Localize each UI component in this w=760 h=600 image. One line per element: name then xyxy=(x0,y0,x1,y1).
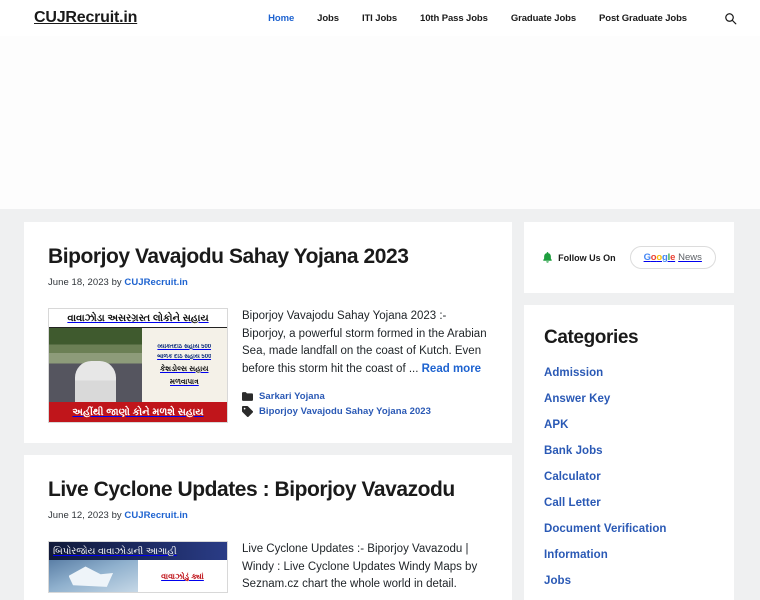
list-item: Bank Jobs xyxy=(544,441,714,459)
thumbnail-line-1: વાવાઝોડું ક્યાં xyxy=(161,572,204,582)
nav-item-iti-jobs[interactable]: ITI Jobs xyxy=(362,13,397,24)
follow-us-widget: Follow Us On Google News xyxy=(524,222,734,293)
nav-item-post-graduate-jobs[interactable]: Post Graduate Jobs xyxy=(599,13,687,24)
thumbnail-line-3: કેશડોલ્સ સહાય xyxy=(160,363,209,373)
google-letter-g: G xyxy=(643,252,651,263)
banner-ad-slot xyxy=(0,36,760,209)
article-excerpt: Biporjoy Vavajodu Sahay Yojana 2023 :- B… xyxy=(242,308,488,378)
google-logo: Google xyxy=(644,252,676,263)
tag-icon xyxy=(242,406,253,418)
article-body: વાવાઝોડા અસરગ્રસ્ત લોકોને સહાય વ્યક્તિદી… xyxy=(48,308,488,424)
article-title: Live Cyclone Updates : Biporjoy Vavazodu xyxy=(48,477,488,502)
read-more-link[interactable]: Read more xyxy=(422,363,481,375)
sidebar: Follow Us On Google News Categories Admi… xyxy=(524,222,734,600)
article-author-link[interactable]: CUJRecruit.in xyxy=(124,510,187,521)
google-news-button[interactable]: Google News xyxy=(629,246,716,269)
categories-list: Admission Answer Key APK Bank Jobs Calcu… xyxy=(544,363,714,600)
excerpt-text: Live Cyclone Updates :- Biporjoy Vavazod… xyxy=(242,543,478,591)
article-card: Live Cyclone Updates : Biporjoy Vavazodu… xyxy=(24,455,512,600)
thumbnail-line-4: મળવાપાત્ર xyxy=(169,376,199,386)
thumbnail-headline: વાવાઝોડા અસરગ્રસ્ત લોકોને સહાય xyxy=(49,309,227,329)
site-logo[interactable]: CUJRecruit.in xyxy=(34,9,137,27)
article-excerpt-column: Biporjoy Vavajodu Sahay Yojana 2023 :- B… xyxy=(242,308,488,421)
category-link-call-letter[interactable]: Call Letter xyxy=(544,497,601,509)
list-item: APK xyxy=(544,415,714,433)
category-link-calculator[interactable]: Calculator xyxy=(544,471,601,483)
thumbnail-footer: અહીંથી જાણો કોને મળશે સહાય xyxy=(49,402,227,423)
google-news-word: News xyxy=(678,252,702,263)
category-link-admission[interactable]: Admission xyxy=(544,367,603,379)
category-link-information[interactable]: Information xyxy=(544,549,608,561)
article-meta: June 18, 2023 by CUJRecruit.in xyxy=(48,277,488,288)
article-by-label: by xyxy=(111,277,122,289)
tag-row: Biporjoy Vavajodu Sahay Yojana 2023 xyxy=(242,406,488,418)
categories-widget: Categories Admission Answer Key APK Bank… xyxy=(524,305,734,600)
article-date: June 12, 2023 xyxy=(48,510,109,522)
article-title: Biporjoy Vavajodu Sahay Yojana 2023 xyxy=(48,244,488,269)
article-excerpt-column: Live Cyclone Updates :- Biporjoy Vavazod… xyxy=(242,541,488,593)
nav-item-home[interactable]: Home xyxy=(268,13,294,24)
follow-us-label-group: Follow Us On xyxy=(542,252,616,263)
list-item: Information xyxy=(544,545,714,563)
article-thumbnail[interactable]: બિપોરજોય વાવાઝોડાની આગાહી વાવાઝોડું ક્યા… xyxy=(48,541,228,594)
search-icon[interactable] xyxy=(722,10,738,26)
thumbnail-line-1: વ્યક્તિદીઠ સહાય 500 xyxy=(157,343,212,350)
list-item: Calculator xyxy=(544,467,714,485)
category-link-answer-key[interactable]: Answer Key xyxy=(544,393,610,405)
article-title-link[interactable]: Biporjoy Vavajodu Sahay Yojana 2023 xyxy=(48,245,409,268)
category-link-jobs[interactable]: Jobs xyxy=(544,575,571,587)
category-link-bank-jobs[interactable]: Bank Jobs xyxy=(544,445,603,457)
category-link[interactable]: Sarkari Yojana xyxy=(259,391,325,402)
nav-item-graduate-jobs[interactable]: Graduate Jobs xyxy=(511,13,576,24)
google-letter-e: e xyxy=(670,252,676,263)
article-card: Biporjoy Vavajodu Sahay Yojana 2023 June… xyxy=(24,222,512,444)
list-item: Document Verification xyxy=(544,519,714,537)
excerpt-ellipsis: ... xyxy=(408,362,422,375)
thumbnail-headline: બિપોરજોય વાવાઝોડાની આગાહી xyxy=(49,542,227,561)
article-date: June 18, 2023 xyxy=(48,277,109,289)
tag-link[interactable]: Biporjoy Vavajodu Sahay Yojana 2023 xyxy=(259,406,431,417)
article-author-link[interactable]: CUJRecruit.in xyxy=(124,277,187,288)
category-link-apk[interactable]: APK xyxy=(544,419,568,431)
entry-terms: Sarkari Yojana Biporjoy Vavajodu Sahay Y… xyxy=(242,391,488,418)
main-content: Biporjoy Vavajodu Sahay Yojana 2023 June… xyxy=(24,222,512,600)
thumbnail-photo xyxy=(49,328,142,403)
thumbnail-text-block: વાવાઝોડું ક્યાં xyxy=(138,560,227,593)
thumbnail-line-2: બાળક દીઠ સહાય 500 xyxy=(157,353,212,360)
follow-us-label: Follow Us On xyxy=(558,252,616,263)
thumbnail-photo xyxy=(49,560,138,593)
thumbnail-middle: વાવાઝોડું ક્યાં xyxy=(49,560,227,593)
primary-navigation: Home Jobs ITI Jobs 10th Pass Jobs Gradua… xyxy=(268,10,738,26)
category-row: Sarkari Yojana xyxy=(242,391,488,402)
article-meta: June 12, 2023 by CUJRecruit.in xyxy=(48,510,488,521)
categories-widget-title: Categories xyxy=(544,327,639,348)
bell-icon xyxy=(543,252,552,263)
list-item: Jobs xyxy=(544,571,714,589)
nav-item-10th-pass-jobs[interactable]: 10th Pass Jobs xyxy=(420,13,488,24)
thumbnail-text-block: વ્યક્તિદીઠ સહાય 500 બાળક દીઠ સહાય 500 કે… xyxy=(141,328,227,403)
list-item: Admission xyxy=(544,363,714,381)
folder-icon xyxy=(242,391,253,402)
page-layout: Biporjoy Vavajodu Sahay Yojana 2023 June… xyxy=(0,209,760,600)
site-header: CUJRecruit.in Home Jobs ITI Jobs 10th Pa… xyxy=(0,0,760,36)
nav-item-jobs[interactable]: Jobs xyxy=(317,13,339,24)
thumbnail-middle: વ્યક્તિદીઠ સહાય 500 બાળક દીઠ સહાય 500 કે… xyxy=(49,328,227,403)
list-item: Call Letter xyxy=(544,493,714,511)
article-thumbnail[interactable]: વાવાઝોડા અસરગ્રસ્ત લોકોને સહાય વ્યક્તિદી… xyxy=(48,308,228,424)
category-link-document-verification[interactable]: Document Verification xyxy=(544,523,666,535)
list-item: Answer Key xyxy=(544,389,714,407)
article-body: બિપોરજોય વાવાઝોડાની આગાહી વાવાઝોડું ક્યા… xyxy=(48,541,488,594)
article-excerpt: Live Cyclone Updates :- Biporjoy Vavazod… xyxy=(242,541,488,593)
article-by-label: by xyxy=(111,510,122,522)
article-title-link[interactable]: Live Cyclone Updates : Biporjoy Vavazodu xyxy=(48,478,455,501)
